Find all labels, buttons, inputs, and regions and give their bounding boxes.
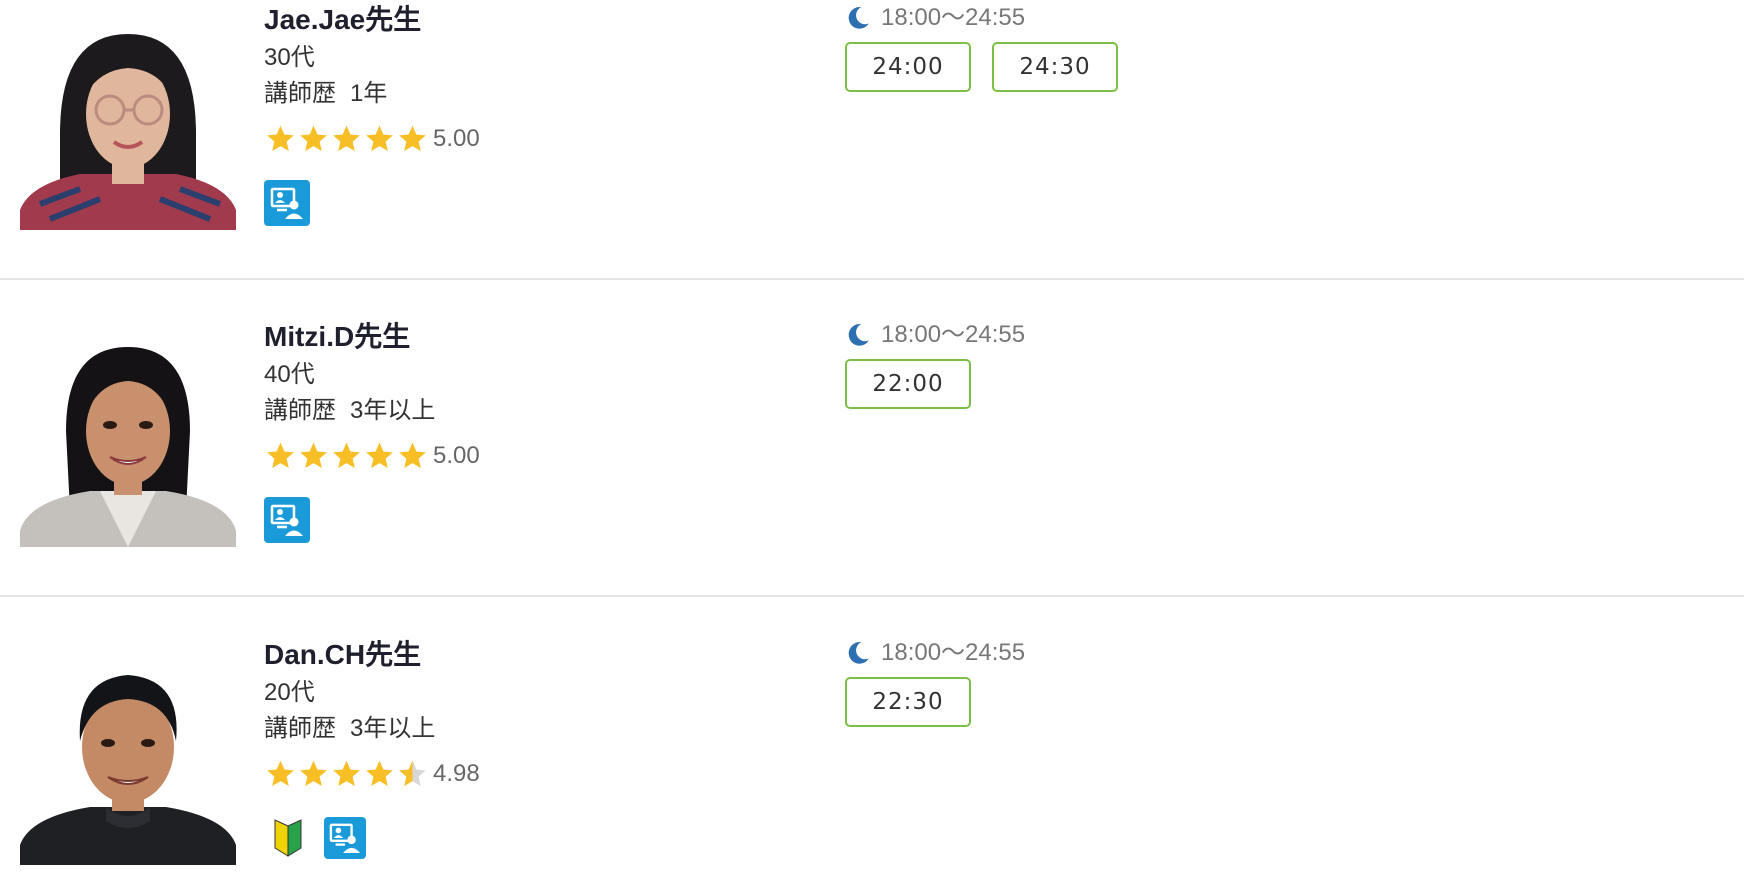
time-slot-button[interactable]: 24:00 — [845, 42, 971, 92]
teacher-row: Mitzi.D先生 40代 講師歴 3年以上 5.00 18:00〜24:55 — [0, 277, 1744, 597]
available-hours: 18:00〜24:55 — [845, 635, 1545, 671]
experience-value: 3年以上 — [350, 715, 436, 742]
teacher-photo[interactable] — [20, 14, 236, 230]
time-slot-button[interactable]: 22:30 — [845, 677, 971, 727]
time-slot-list: 24:00 24:30 — [845, 42, 1545, 92]
teacher-experience: 講師歴 3年以上 — [264, 393, 764, 429]
rating: 4.98 — [264, 757, 764, 791]
star-icon — [399, 442, 426, 468]
availability: 18:00〜24:55 24:00 24:30 — [845, 0, 1545, 92]
teacher-photo[interactable] — [20, 649, 236, 865]
teacher-name[interactable]: Jae.Jae先生 — [264, 0, 764, 40]
rating-score: 5.00 — [433, 125, 480, 152]
star-icon — [333, 442, 360, 468]
half-star-icon — [399, 760, 426, 786]
rating: 5.00 — [264, 122, 764, 156]
star-icon — [333, 125, 360, 151]
hours-text: 18:00〜24:55 — [881, 4, 1026, 31]
availability: 18:00〜24:55 22:00 — [845, 317, 1545, 409]
teacher-name[interactable]: Dan.CH先生 — [264, 635, 764, 675]
experience-label: 講師歴 — [264, 80, 336, 107]
teacher-row: Jae.Jae先生 30代 講師歴 1年 5.00 18:00〜24:55 24… — [0, 0, 1744, 280]
experience-value: 3年以上 — [350, 397, 436, 424]
available-hours: 18:00〜24:55 — [845, 317, 1545, 353]
rating-score: 5.00 — [433, 442, 480, 469]
teacher-photo[interactable] — [20, 331, 236, 547]
badge-list — [264, 815, 764, 861]
teacher-name[interactable]: Mitzi.D先生 — [264, 317, 764, 357]
online-lesson-icon — [264, 180, 310, 226]
moon-icon — [848, 7, 869, 29]
online-lesson-icon — [264, 497, 310, 543]
star-icon — [366, 125, 393, 151]
rating-score: 4.98 — [433, 760, 480, 787]
star-icon — [267, 442, 294, 468]
teacher-age: 40代 — [264, 361, 315, 388]
hours-text: 18:00〜24:55 — [881, 639, 1026, 666]
star-icon — [300, 442, 327, 468]
moon-icon — [848, 324, 869, 346]
teacher-experience: 講師歴 3年以上 — [264, 711, 764, 747]
star-icon — [300, 760, 327, 786]
star-icon — [399, 125, 426, 151]
experience-value: 1年 — [350, 80, 388, 107]
star-icon — [267, 125, 294, 151]
time-slot-list: 22:30 — [845, 677, 1545, 727]
available-hours: 18:00〜24:55 — [845, 0, 1545, 36]
teacher-age: 30代 — [264, 44, 315, 71]
teacher-experience: 講師歴 1年 — [264, 76, 764, 112]
badge-list — [264, 497, 764, 543]
teacher-list: Jae.Jae先生 30代 講師歴 1年 5.00 18:00〜24:55 24… — [0, 0, 1744, 896]
availability: 18:00〜24:55 22:30 — [845, 635, 1545, 727]
hours-text: 18:00〜24:55 — [881, 321, 1026, 348]
experience-label: 講師歴 — [264, 715, 336, 742]
teacher-row: Dan.CH先生 20代 講師歴 3年以上 4.98 18:00〜24:55 2… — [0, 595, 1744, 896]
time-slot-button[interactable]: 24:30 — [992, 42, 1118, 92]
time-slot-button[interactable]: 22:00 — [845, 359, 971, 409]
star-icon — [333, 760, 360, 786]
experience-label: 講師歴 — [264, 397, 336, 424]
star-icon — [366, 760, 393, 786]
time-slot-list: 22:00 — [845, 359, 1545, 409]
rating: 5.00 — [264, 439, 764, 473]
badge-list — [264, 180, 764, 226]
star-icon — [267, 760, 294, 786]
teacher-age: 20代 — [264, 679, 315, 706]
beginner-mark-icon — [274, 819, 302, 857]
online-lesson-icon — [324, 817, 366, 859]
star-icon — [366, 442, 393, 468]
moon-icon — [848, 642, 869, 664]
star-icon — [300, 125, 327, 151]
